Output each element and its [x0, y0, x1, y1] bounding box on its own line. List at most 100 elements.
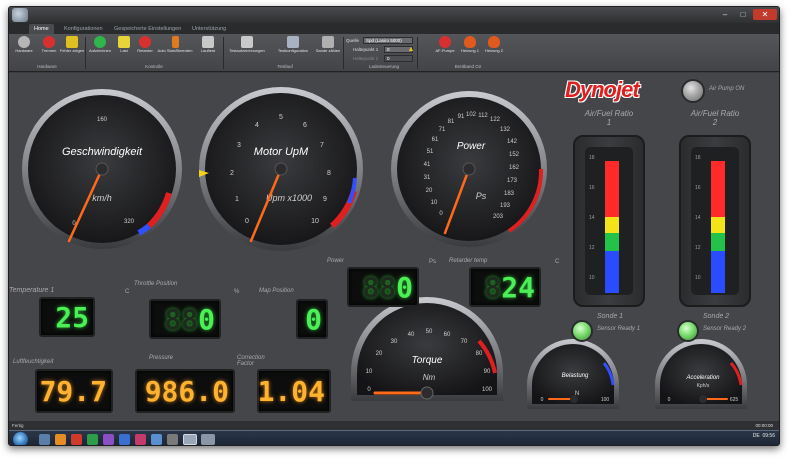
luftfeuchtigkeit-label: Luftfeuchtigkeit: [13, 359, 54, 365]
tray-clock[interactable]: 09:56: [762, 433, 775, 439]
rpm-tick-1: 1: [235, 196, 239, 203]
taskbar-dynoware-app[interactable]: [183, 434, 197, 445]
dashboard: Geschwindigkeit km/h 0 160 320 Motor UpM…: [9, 73, 779, 421]
taskbar-app-icon[interactable]: [71, 434, 82, 445]
power-tick: 71: [439, 127, 446, 133]
correction-factor-display: 1.04: [257, 369, 331, 413]
tray-language[interactable]: DE: [753, 433, 760, 439]
taskbar-app-icon[interactable]: [201, 434, 215, 445]
pressure-display: 986.0: [135, 369, 235, 413]
fehler-zeigen-button[interactable]: Fehler zeigen: [59, 36, 85, 62]
torque-tick: 10: [366, 369, 373, 375]
run-timer: 00:00:00: [755, 423, 773, 428]
arrow-up-button[interactable]: ▲: [405, 38, 417, 53]
speed-gauge-unit: km/h: [92, 193, 112, 203]
torque-gauge-title: Torque: [412, 355, 443, 366]
map-position-display: 0: [296, 299, 328, 339]
afr2-tick: 14: [695, 215, 701, 221]
power-tick: 203: [493, 214, 504, 220]
lauftest-button[interactable]: Lauftest: [195, 36, 221, 62]
throttle-position-value: 0: [198, 302, 215, 336]
temperature1-label: Temperature 1: [9, 287, 55, 294]
tab-gespeicherte-einstellungen[interactable]: Gespeicherte Einstellungen: [109, 24, 186, 34]
retarder-temp-label: Retarder temp: [449, 258, 488, 264]
power-tick: 142: [507, 139, 518, 145]
afr2-tick: 16: [695, 185, 701, 191]
correction-factor-label: Correction Factor: [237, 355, 265, 367]
power-tick: 122: [490, 117, 501, 123]
testaufzeichnungen-button[interactable]: Testaufzeichnungen: [225, 36, 269, 62]
af-pumpe-button-label: AF-Pumpe: [435, 48, 455, 53]
taskbar-app-icon[interactable]: [167, 434, 178, 445]
power-tick: 31: [424, 175, 431, 181]
rpm-tick-5: 5: [279, 114, 283, 121]
window-title: [339, 10, 449, 19]
map-position-label: Map Position: [259, 288, 294, 294]
afr1-red-zone: [605, 161, 619, 217]
gauges-layer: Geschwindigkeit km/h 0 160 320 Motor UpM…: [22, 87, 747, 409]
afr1-index: 1: [606, 118, 612, 127]
afr2-bar-track: 18 16 14 12 10: [691, 147, 739, 295]
document-icon: [241, 36, 253, 48]
taskbar-app-icon[interactable]: [119, 434, 130, 445]
hardware-button[interactable]: Hardware: [11, 36, 37, 62]
power-tick: 112: [478, 113, 488, 119]
afr1-bar-gauge: 18 16 14 12 10: [573, 135, 645, 307]
speed-tick-320: 320: [124, 219, 135, 225]
aufzeichnen-button[interactable]: Aufzeichnen: [87, 36, 113, 62]
air-pump-label: Air Pump ON: [709, 86, 745, 92]
auto-start-beenden-button[interactable]: Auto Start/Beenden: [157, 36, 193, 62]
luftfeuchtigkeit-display: 79.7: [35, 369, 113, 413]
start-button[interactable]: [13, 432, 28, 445]
quelle-label: Quelle: [346, 38, 360, 43]
throttle-position-label: Throttle Position: [134, 281, 178, 287]
torque-gauge-unit: Nm: [423, 373, 436, 382]
heizung-1-button[interactable]: Heizung 1: [457, 36, 483, 62]
sande-zaehlen-button[interactable]: Sande zählen: [315, 36, 341, 62]
triangle-icon: [118, 36, 130, 48]
power-gauge-title: Power: [457, 141, 486, 152]
group-separator: [85, 37, 86, 69]
heizung-2-button[interactable]: Heizung 2: [481, 36, 507, 62]
title-bar: – □ ✕: [9, 7, 779, 23]
retarder-ghost-digits: 8: [484, 270, 502, 304]
tab-unterstuetzung[interactable]: Unterstützung: [187, 24, 231, 34]
taskbar-app-icon[interactable]: [55, 434, 66, 445]
power-tick: 61: [432, 137, 439, 143]
rpm-tick-2: 2: [230, 170, 234, 177]
sonde2-indicator: [677, 320, 699, 342]
luftfeuchtigkeit-value: 79.7: [39, 374, 107, 408]
acceleration-gauge-unit: Kph/s: [697, 383, 710, 389]
afr2-yellow-zone: [711, 217, 725, 233]
document-settings-icon: [287, 36, 299, 48]
taskbar-app-icon[interactable]: [135, 434, 146, 445]
sonde1-title: Sonde 1: [597, 313, 624, 320]
afr2-tick: 12: [695, 245, 701, 251]
power-tick: 20: [426, 188, 433, 194]
power-tick: 152: [509, 152, 520, 158]
taskbar-app-icon[interactable]: [87, 434, 98, 445]
retarder-temp-unit: C: [555, 259, 560, 265]
sonde2-title: Sonde 2: [703, 313, 730, 320]
taskbar-app-icon[interactable]: [103, 434, 114, 445]
air-pump-indicator[interactable]: [681, 79, 705, 103]
minimize-button[interactable]: –: [717, 9, 733, 20]
counter-icon: [322, 36, 334, 48]
haltepunkt2-field[interactable]: 0: [384, 55, 413, 62]
testkonfiguration-button[interactable]: Testkonfiguration: [271, 36, 315, 62]
power-gauge-unit: Ps: [476, 191, 487, 201]
retarder-button[interactable]: Retarder: [132, 36, 158, 62]
maximize-button[interactable]: □: [735, 9, 751, 20]
app-menu-button[interactable]: [12, 8, 28, 22]
status-bar: Fertig: [9, 421, 779, 430]
group-label-breitband-o2: Breitband O2: [454, 64, 482, 69]
tab-home[interactable]: Home: [29, 24, 54, 34]
close-button[interactable]: ✕: [753, 9, 777, 20]
power-tick: 51: [427, 149, 434, 155]
taskbar-app-icon[interactable]: [151, 434, 162, 445]
af-pumpe-button[interactable]: AF-Pumpe: [432, 36, 458, 62]
tab-konfigurationen[interactable]: Konfigurationen: [59, 24, 108, 34]
taskbar-app-icon[interactable]: [39, 434, 50, 445]
throttle-unit-c: C: [125, 289, 130, 295]
fehler-zeigen-button-label: Fehler zeigen: [59, 48, 85, 53]
